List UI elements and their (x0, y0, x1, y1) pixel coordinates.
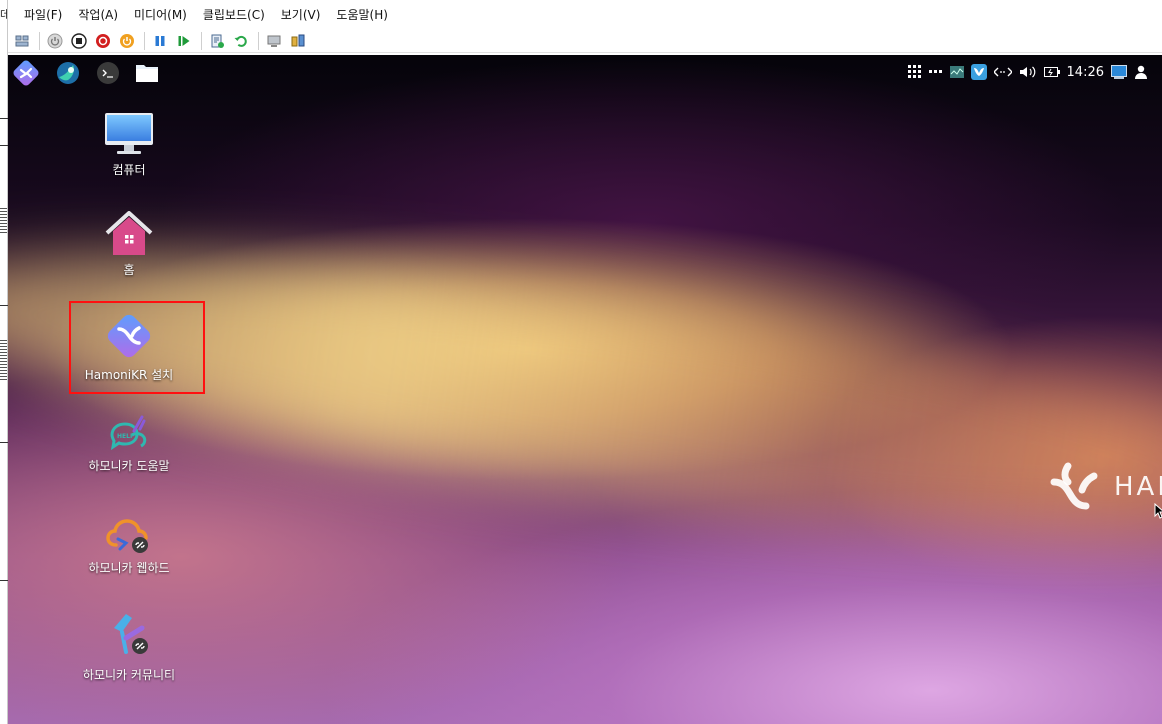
network-icon[interactable] (993, 66, 1012, 78)
resume-button[interactable] (173, 30, 195, 52)
share-button[interactable] (287, 30, 309, 52)
user-icon[interactable] (1134, 65, 1148, 79)
pause-icon (155, 35, 165, 46)
vm-connection-window: 파일(F) 작업(A) 미디어(M) 클립보드(C) 보기(V) 도움말(H) (8, 0, 1162, 724)
revert-button[interactable] (230, 30, 252, 52)
help-icon: HELP (110, 415, 147, 451)
menu-clipboard[interactable]: 클립보드(C) (195, 4, 273, 26)
apps-grid-icon[interactable] (907, 65, 922, 79)
hamonikr-menu-icon (13, 60, 39, 86)
desktop-icon-label: 컴퓨터 (112, 163, 146, 177)
desktop-icon-community[interactable]: 하모니카 커뮤니티 (69, 608, 189, 683)
menu-action[interactable]: 작업(A) (70, 4, 126, 26)
desktop-icon-home[interactable]: 홈 (69, 211, 189, 278)
toolbar-separator (201, 31, 202, 50)
host-divider (0, 145, 8, 146)
pause-button[interactable] (149, 30, 171, 52)
file-manager-launcher[interactable] (131, 57, 163, 89)
web-browser-launcher[interactable] (52, 57, 84, 89)
menu-view[interactable]: 보기(V) (273, 4, 329, 26)
menu-help[interactable]: 도움말(H) (328, 4, 396, 26)
checkpoint-icon (211, 34, 224, 48)
webhard-icon (106, 519, 148, 553)
volume-icon[interactable] (1019, 65, 1037, 79)
desktop-icon-label: 하모니카 커뮤니티 (82, 668, 176, 682)
ctrl-alt-del-button[interactable] (11, 30, 33, 52)
resume-icon (178, 35, 190, 46)
desktop-icon-help[interactable]: HELP 하모니카 도움말 (69, 413, 189, 474)
show-desktop-icon[interactable] (1111, 65, 1127, 79)
web-browser-icon (57, 62, 79, 84)
toolbar-separator (258, 31, 259, 50)
file-manager-icon (136, 65, 158, 82)
enhanced-session-icon (267, 35, 281, 47)
revert-icon (234, 35, 247, 47)
desktop-icon-computer[interactable]: 컴퓨터 (69, 111, 189, 178)
shutdown-icon (96, 33, 110, 48)
menu-media[interactable]: 미디어(M) (126, 4, 195, 26)
hamonikr-brand-watermark: HAN (1048, 460, 1162, 514)
desktop-icon-label: 홈 (123, 263, 135, 277)
turn-off-button[interactable] (68, 30, 90, 52)
toolbar-separator (144, 31, 145, 50)
ctrl-alt-del-icon (15, 35, 29, 46)
messenger-icon[interactable] (970, 64, 987, 80)
host-window-edge: 데 (0, 0, 10, 724)
hamonikr-logo-icon (1050, 462, 1098, 510)
power-reset-icon (120, 33, 134, 48)
host-divider (0, 118, 8, 119)
more-icon[interactable] (928, 69, 943, 75)
start-button[interactable] (44, 30, 66, 52)
shutdown-button[interactable] (92, 30, 114, 52)
top-panel: 14:26 (8, 55, 1162, 89)
battery-icon[interactable] (1043, 66, 1060, 78)
toolbar (8, 29, 1162, 53)
terminal-icon (97, 62, 119, 84)
system-tray: 14:26 (907, 61, 1148, 83)
toolbar-separator (39, 31, 40, 50)
host-divider (0, 580, 8, 581)
host-divider (0, 442, 8, 443)
desktop-icon-label: 하모니카 도움말 (88, 459, 170, 473)
system-monitor-icon[interactable] (949, 65, 964, 79)
brand-text: HAN (1114, 472, 1162, 502)
turn-off-icon (71, 32, 87, 49)
host-text-lines (0, 340, 7, 382)
desktop-icon-webhard[interactable]: 하모니카 웹하드 (69, 515, 189, 576)
desktop-icon-label: 하모니카 웹하드 (88, 561, 170, 575)
start-icon (47, 33, 63, 48)
mouse-cursor-icon (1154, 503, 1162, 519)
computer-icon (105, 113, 153, 154)
power-reset-button[interactable] (116, 30, 138, 52)
hamonikr-menu-launcher[interactable] (10, 57, 42, 89)
share-icon (291, 34, 305, 46)
home-icon (105, 211, 153, 255)
community-icon (114, 614, 148, 654)
menu-bar: 파일(F) 작업(A) 미디어(M) 클립보드(C) 보기(V) 도움말(H) (8, 3, 1162, 27)
clock[interactable]: 14:26 (1067, 65, 1104, 80)
host-text-lines (0, 208, 7, 234)
terminal-launcher[interactable] (92, 57, 124, 89)
menu-file[interactable]: 파일(F) (16, 4, 70, 26)
host-divider (0, 305, 8, 306)
guest-desktop: 14:26 컴퓨터 홈 HamoniKR 설치 HELP 하모니카 도움말 하모… (8, 55, 1162, 724)
enhanced-session-button[interactable] (263, 30, 285, 52)
highlight-annotation (69, 301, 205, 394)
checkpoint-button[interactable] (206, 30, 228, 52)
